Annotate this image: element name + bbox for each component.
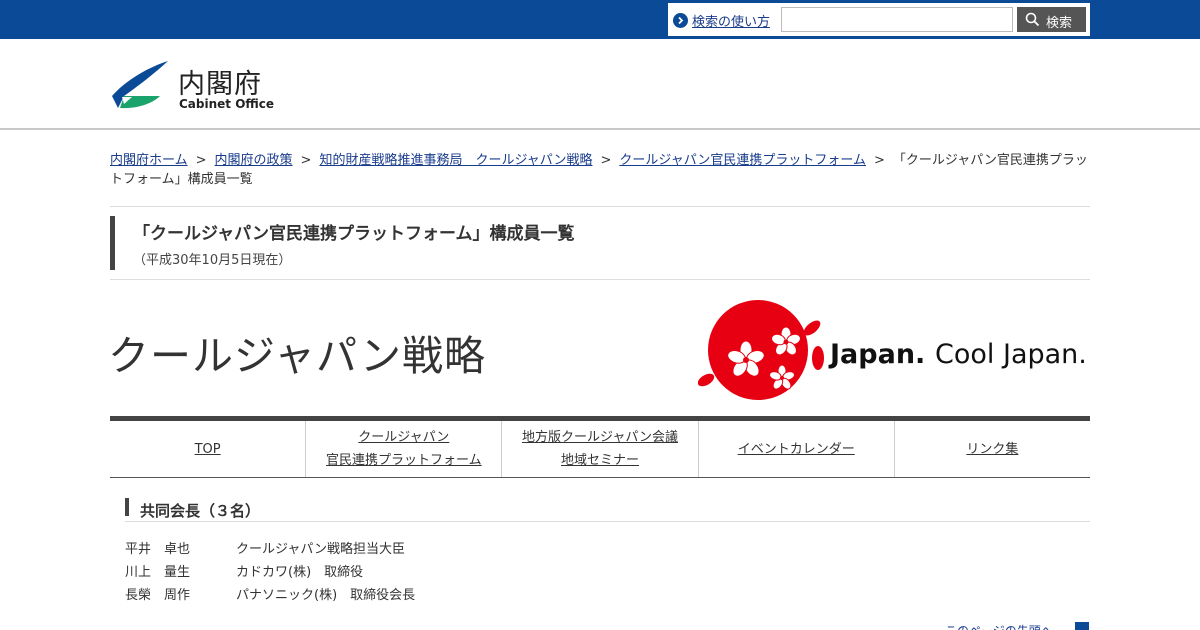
breadcrumb-link-policy[interactable]: 内閣府の政策 <box>215 153 293 168</box>
member-name: 川上 量生 <box>125 565 191 580</box>
cool-japan-title: クールジャパン戦略 <box>108 332 486 380</box>
divider <box>110 279 1090 280</box>
cool-japan-logo: Japan. Cool Japan. <box>697 298 1090 404</box>
breadcrumb-link-home[interactable]: 内閣府ホーム <box>110 153 188 168</box>
nav-item-label: クールジャパン <box>358 430 450 445</box>
chevron-right-icon <box>673 13 688 28</box>
divider <box>125 521 1090 522</box>
breadcrumb-separator: > <box>195 153 207 168</box>
member-name: 長榮 周作 <box>125 588 191 603</box>
nav-item-label: 官民連携プラットフォーム <box>325 453 482 468</box>
list-item: 平井 卓也 クールジャパン戦略担当大臣 <box>125 540 415 563</box>
logo-text-jp: 内閣府 <box>178 69 262 100</box>
nav-item-label: 地域セミナー <box>561 453 640 468</box>
member-role: クールジャパン戦略担当大臣 <box>236 542 406 557</box>
list-item: 長榮 周作 パナソニック(株) 取締役会長 <box>125 586 415 609</box>
nav-item-label: TOP <box>194 441 221 457</box>
main-nav: TOP クールジャパン 官民連携プラットフォーム 地方版クールジャパン会議 地域… <box>110 416 1090 478</box>
divider <box>110 206 1090 207</box>
cool-japan-logo-light: Cool Japan. <box>935 339 1087 370</box>
nav-item-label: イベントカレンダー <box>737 441 855 457</box>
search-button-label: 検索 <box>1046 15 1073 30</box>
nav-item-links[interactable]: リンク集 <box>895 421 1090 477</box>
page-top-link[interactable]: このページの先頭へ <box>945 622 1053 630</box>
page-date: （平成30年10月5日現在） <box>133 253 292 268</box>
cabinet-office-emblem <box>112 61 168 109</box>
sakura-sun-icon <box>697 300 824 400</box>
nav-item-regional[interactable]: 地方版クールジャパン会議 地域セミナー <box>502 421 699 477</box>
breadcrumb-separator: > <box>600 153 612 168</box>
breadcrumb-separator: > <box>874 153 885 168</box>
arrow-up-icon[interactable] <box>1075 622 1089 630</box>
member-role: パナソニック(株) 取締役会長 <box>236 588 416 603</box>
logo-text-en: Cabinet Office <box>179 97 275 111</box>
search-icon <box>1025 12 1040 27</box>
member-role: カドカワ(株) 取締役 <box>236 565 364 580</box>
title-accent-bar <box>110 216 115 270</box>
member-list: 平井 卓也 クールジャパン戦略担当大臣 川上 量生 カドカワ(株) 取締役 長榮 周… <box>125 540 415 609</box>
breadcrumb-link-cool-japan[interactable]: 知的財産戦略推進事務局 クールジャパン戦略 <box>319 153 592 168</box>
breadcrumb-link-platform[interactable]: クールジャパン官民連携プラットフォーム <box>619 153 866 168</box>
list-item: 川上 量生 カドカワ(株) 取締役 <box>125 563 415 586</box>
search-box: 検索の使い方 検索 <box>668 3 1090 36</box>
search-button[interactable]: 検索 <box>1017 7 1086 32</box>
nav-item-label: リンク集 <box>966 441 1019 457</box>
nav-item-events[interactable]: イベントカレンダー <box>699 421 895 477</box>
member-name: 平井 卓也 <box>125 542 191 557</box>
header-divider <box>0 128 1200 130</box>
section-accent-bar <box>125 498 129 516</box>
breadcrumb-separator: > <box>300 153 312 168</box>
cabinet-office-logo[interactable]: 内閣府 Cabinet Office <box>110 60 280 112</box>
nav-item-label: 地方版クールジャパン会議 <box>522 430 679 445</box>
top-bar: 検索の使い方 検索 <box>0 0 1200 39</box>
page-title: 「クールジャパン官民連携プラットフォーム」構成員一覧 <box>133 224 575 244</box>
nav-item-top[interactable]: TOP <box>110 421 307 477</box>
search-input[interactable] <box>781 7 1013 32</box>
cool-japan-logo-bold: Japan. <box>830 339 926 370</box>
section-heading: 共同会長（３名） <box>140 502 261 520</box>
breadcrumb: 内閣府ホーム > 内閣府の政策 > 知的財産戦略推進事務局 クールジャパン戦略 > クールジ… <box>110 151 1092 189</box>
nav-item-platform[interactable]: クールジャパン 官民連携プラットフォーム <box>306 421 503 477</box>
search-help-link[interactable]: 検索の使い方 <box>692 11 770 30</box>
